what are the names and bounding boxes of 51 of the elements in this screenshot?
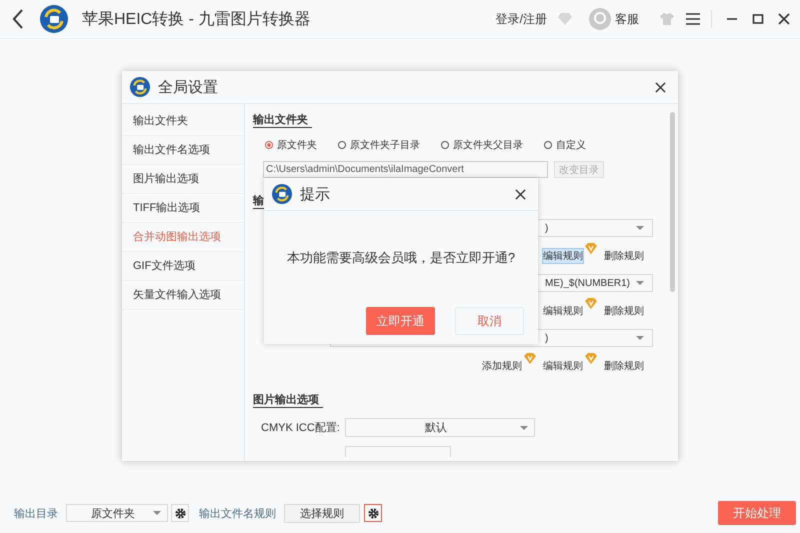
rule-action-link[interactable]: 编辑规则 (542, 248, 584, 264)
dialog-title: 全局设置 (158, 78, 218, 96)
diamond-icon (557, 12, 573, 26)
alert-title: 提示 (300, 184, 330, 204)
cmyk-label: CMYK ICC配置: (261, 421, 341, 435)
caret-icon (636, 226, 644, 230)
cmyk-dropdown[interactable]: 默认 (345, 418, 535, 437)
caret-icon (520, 426, 528, 430)
settings-nav-item[interactable]: 图片输出选项 (122, 165, 244, 194)
gear-icon (368, 508, 378, 518)
logo-icon (130, 77, 150, 97)
gear-icon (174, 508, 186, 518)
login-link[interactable]: 登录/注册 (496, 10, 547, 28)
folder-radio[interactable]: 原文件夹父目录 (441, 138, 523, 152)
path-field[interactable]: C:\Users\admin\Documents\ilaImageConvert (263, 161, 548, 178)
close-icon[interactable] (515, 188, 526, 200)
alert-message: 本功能需要高级会员哦，是否立即开通? (286, 249, 516, 267)
output-dir-dropdown[interactable]: 原文件夹 (66, 504, 168, 522)
filename-rule-label: 输出文件名规则 (199, 506, 276, 520)
rule-action-link[interactable]: 删除规则 (603, 303, 645, 319)
choose-rule-button[interactable]: 选择规则 (284, 504, 360, 522)
settings-nav-item[interactable]: 输出文件夹 (122, 107, 244, 136)
folder-radio[interactable]: 自定义 (544, 138, 586, 152)
maximize-icon[interactable] (752, 13, 764, 25)
logo-icon (40, 5, 68, 33)
rule-action-link[interactable]: 添加规则 (481, 358, 523, 374)
close-icon[interactable] (778, 13, 790, 25)
settings-nav-item[interactable]: 输出文件名选项 (122, 136, 244, 165)
section-heading: 图片输出选项 (253, 393, 323, 408)
rule-action-link[interactable]: 删除规则 (603, 248, 645, 264)
close-icon[interactable] (655, 82, 666, 92)
output-dir-label: 输出目录 (14, 506, 58, 520)
scrollbar-thumb[interactable] (670, 112, 675, 292)
caret-icon (153, 511, 161, 515)
menu-icon[interactable] (685, 12, 701, 26)
rule-action-link[interactable]: 编辑规则 (542, 358, 584, 374)
service-link[interactable]: 客服 (615, 10, 639, 28)
rule-action-link[interactable]: 编辑规则 (542, 303, 584, 319)
caret-icon (636, 336, 644, 340)
settings-nav-item[interactable]: GIF文件选项 (122, 252, 244, 281)
settings-button[interactable] (364, 504, 382, 522)
caret-icon (636, 281, 644, 285)
logo-icon (272, 184, 292, 204)
app-title: 苹果HEIC转换 - 九雷图片转换器 (82, 10, 310, 30)
settings-nav-item[interactable]: TIFF输出选项 (122, 194, 244, 223)
folder-radio[interactable]: 原文件夹子目录 (338, 138, 420, 152)
back-icon[interactable] (12, 9, 24, 29)
settings-nav-item[interactable]: 矢量文件输入选项 (122, 281, 244, 310)
rule-action-link[interactable]: 删除规则 (603, 358, 645, 374)
section-heading: 输出文件夹 (253, 113, 312, 128)
folder-radio[interactable]: 原文件夹 (265, 138, 317, 152)
